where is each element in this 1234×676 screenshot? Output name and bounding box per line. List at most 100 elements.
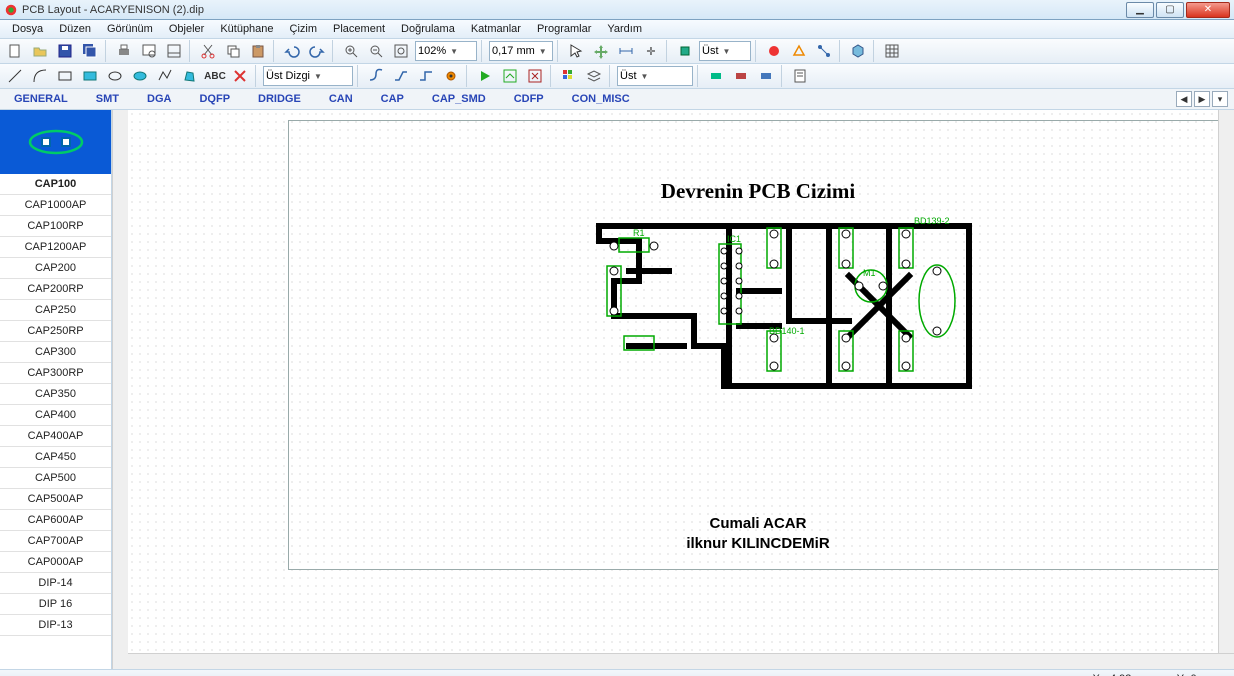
chip-icon[interactable]	[674, 40, 696, 62]
delete-icon[interactable]	[229, 65, 251, 87]
canvas[interactable]: Devrenin PCB Cizimi	[128, 110, 1234, 669]
cat-smt[interactable]: SMT	[82, 91, 133, 107]
cat-conmisc[interactable]: CON_MISC	[558, 91, 644, 107]
open-icon[interactable]	[29, 40, 51, 62]
list-item[interactable]: CAP500	[0, 468, 111, 489]
cat-next-button[interactable]: ▶	[1194, 91, 1210, 107]
maximize-button[interactable]: ▢	[1156, 2, 1184, 18]
list-item[interactable]: CAP100RP	[0, 216, 111, 237]
print-icon[interactable]	[113, 40, 135, 62]
list-item[interactable]: CAP300	[0, 342, 111, 363]
layer-combo[interactable]: Üst Dizgi▼	[263, 66, 353, 86]
cat-cdfp[interactable]: CDFP	[500, 91, 558, 107]
measure-icon[interactable]	[615, 40, 637, 62]
polyline-icon[interactable]	[154, 65, 176, 87]
menu-objects[interactable]: Objeler	[161, 22, 212, 36]
list-item[interactable]: CAP100	[0, 174, 111, 195]
fillrect-icon[interactable]	[79, 65, 101, 87]
tracewidth-combo[interactable]: 0,17 mm▼	[489, 41, 553, 61]
menu-edit[interactable]: Düzen	[51, 22, 99, 36]
list-item[interactable]: CAP200RP	[0, 279, 111, 300]
menu-view[interactable]: Görünüm	[99, 22, 161, 36]
arc-icon[interactable]	[29, 65, 51, 87]
list-item[interactable]: CAP1000AP	[0, 195, 111, 216]
route2-icon[interactable]	[390, 65, 412, 87]
list-item[interactable]: CAP000AP	[0, 552, 111, 573]
menu-verify[interactable]: Doğrulama	[393, 22, 463, 36]
pcb-layout[interactable]: R1 IC1 M1 BD139-2 BD140-1	[589, 216, 984, 396]
menu-help[interactable]: Yardım	[599, 22, 650, 36]
list-item[interactable]: CAP1200AP	[0, 237, 111, 258]
list-item[interactable]: CAP350	[0, 384, 111, 405]
net-icon[interactable]	[813, 40, 835, 62]
pan-icon[interactable]	[590, 40, 612, 62]
cat-dga[interactable]: DGA	[133, 91, 185, 107]
pointer-icon[interactable]	[565, 40, 587, 62]
list-item[interactable]: CAP600AP	[0, 510, 111, 531]
saveall-icon[interactable]	[79, 40, 101, 62]
route3-icon[interactable]	[415, 65, 437, 87]
cat-dqfp[interactable]: DQFP	[185, 91, 244, 107]
line-icon[interactable]	[4, 65, 26, 87]
colorize-icon[interactable]	[558, 65, 580, 87]
comp1-icon[interactable]	[705, 65, 727, 87]
report-icon[interactable]	[789, 65, 811, 87]
zoomin-icon[interactable]	[340, 40, 362, 62]
zoomout-icon[interactable]	[365, 40, 387, 62]
list-item[interactable]: CAP250RP	[0, 321, 111, 342]
cut-icon[interactable]	[197, 40, 219, 62]
zoomfit-icon[interactable]	[390, 40, 412, 62]
list-item[interactable]: CAP300RP	[0, 363, 111, 384]
rect-icon[interactable]	[54, 65, 76, 87]
list-item[interactable]: CAP450	[0, 447, 111, 468]
menu-programs[interactable]: Programlar	[529, 22, 599, 36]
cat-dropdown-button[interactable]: ▾	[1212, 91, 1228, 107]
menu-draw[interactable]: Çizim	[282, 22, 326, 36]
grid-icon[interactable]	[881, 40, 903, 62]
list-item[interactable]: DIP-13	[0, 615, 111, 636]
list-item[interactable]: CAP250	[0, 300, 111, 321]
cat-capsmd[interactable]: CAP_SMD	[418, 91, 500, 107]
text-icon[interactable]: ABC	[204, 65, 226, 87]
ellipse-icon[interactable]	[104, 65, 126, 87]
part-list[interactable]: CAP100 CAP1000AP CAP100RP CAP1200AP CAP2…	[0, 174, 111, 669]
copy-icon[interactable]	[222, 40, 244, 62]
fillellipse-icon[interactable]	[129, 65, 151, 87]
minimize-button[interactable]: ▁	[1126, 2, 1154, 18]
route-layer-combo[interactable]: Üst▼	[617, 66, 693, 86]
list-item[interactable]: CAP700AP	[0, 531, 111, 552]
polygon-icon[interactable]	[179, 65, 201, 87]
redo-icon[interactable]	[306, 40, 328, 62]
toplayer-combo[interactable]: Üst▼	[699, 41, 751, 61]
unroute-icon[interactable]	[524, 65, 546, 87]
new-icon[interactable]	[4, 40, 26, 62]
paste-icon[interactable]	[247, 40, 269, 62]
menu-file[interactable]: Dosya	[4, 22, 51, 36]
origin-icon[interactable]: ✛	[640, 40, 662, 62]
cat-dridge[interactable]: DRIDGE	[244, 91, 315, 107]
comp3-icon[interactable]	[755, 65, 777, 87]
save-icon[interactable]	[54, 40, 76, 62]
cat-can[interactable]: CAN	[315, 91, 367, 107]
menu-layers[interactable]: Katmanlar	[463, 22, 529, 36]
list-item[interactable]: DIP-14	[0, 573, 111, 594]
cat-prev-button[interactable]: ◀	[1176, 91, 1192, 107]
zoom-combo[interactable]: 102%▼	[415, 41, 477, 61]
list-item[interactable]: CAP400	[0, 405, 111, 426]
3d-icon[interactable]	[847, 40, 869, 62]
canvas-vscroll[interactable]	[1218, 110, 1234, 669]
list-item[interactable]: CAP500AP	[0, 489, 111, 510]
autoroute-icon[interactable]	[499, 65, 521, 87]
drc-icon[interactable]	[763, 40, 785, 62]
undo-icon[interactable]	[281, 40, 303, 62]
route1-icon[interactable]	[365, 65, 387, 87]
comp2-icon[interactable]	[730, 65, 752, 87]
menu-placement[interactable]: Placement	[325, 22, 393, 36]
sidebar-scrollbar[interactable]	[112, 110, 128, 669]
titleblock-icon[interactable]	[163, 40, 185, 62]
list-item[interactable]: CAP400AP	[0, 426, 111, 447]
menu-library[interactable]: Kütüphane	[212, 22, 281, 36]
via-icon[interactable]	[440, 65, 462, 87]
drc2-icon[interactable]	[788, 40, 810, 62]
canvas-hscroll[interactable]	[128, 653, 1234, 669]
